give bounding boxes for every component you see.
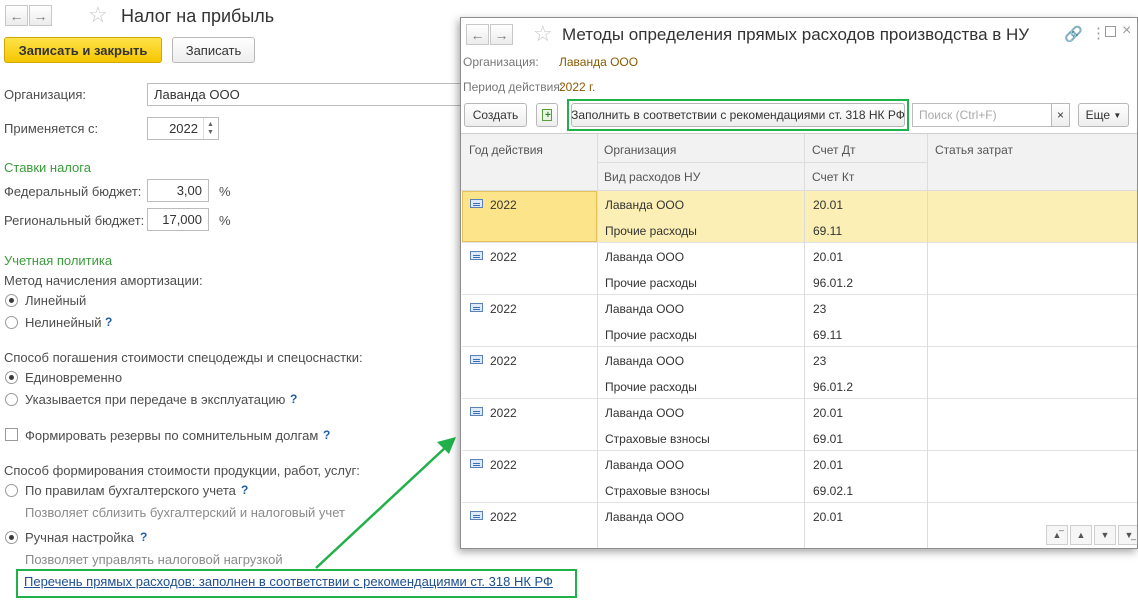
table-row[interactable]: 2022 Лаванда ООО Прочие расходы 23 96.01.2: [462, 347, 1137, 399]
back-button[interactable]: ←: [466, 24, 489, 45]
scroll-up-button[interactable]: ▲: [1070, 525, 1092, 545]
grid-body: 2022 Лаванда ООО Прочие расходы 20.01 69.11 2…: [461, 191, 1137, 548]
cell-organization: Лаванда ООО: [605, 302, 685, 316]
cell-credit: 96.01.2: [813, 380, 854, 394]
col-divider: [927, 134, 928, 548]
chevron-down-icon: ▼: [1100, 530, 1110, 540]
cell-debit: 23: [813, 302, 827, 316]
cell-organization: Лаванда ООО: [605, 250, 685, 264]
scroll-down-button[interactable]: ▼: [1094, 525, 1116, 545]
cell-expense-type: Прочие расходы: [605, 276, 697, 290]
table-row[interactable]: 2022 Лаванда ООО Страховые взносы 20.01 69.0…: [462, 399, 1137, 451]
cell-debit: 20.01: [813, 406, 844, 420]
sub-org-value[interactable]: Лаванда ООО: [559, 55, 638, 69]
col-expense-type-header[interactable]: Вид расходов НУ: [604, 170, 700, 184]
cell-year: 2022: [490, 198, 517, 212]
col-debit-header[interactable]: Счет Дт: [812, 143, 856, 157]
cell-year: 2022: [490, 302, 517, 316]
table-row[interactable]: 2022 Лаванда ООО 20.01: [462, 503, 1137, 548]
cell-year: 2022: [490, 510, 517, 524]
record-icon: [470, 303, 483, 312]
cell-credit: 96.01.2: [813, 276, 854, 290]
period-label: Период действия:: [463, 80, 564, 94]
cell-organization: Лаванда ООО: [605, 354, 685, 368]
cell-credit: 69.11: [813, 224, 843, 238]
maximize-icon[interactable]: [1105, 26, 1116, 37]
col-divider: [597, 134, 598, 548]
cell-expense-type: Прочие расходы: [605, 224, 697, 238]
cell-debit: 20.01: [813, 510, 844, 524]
cell-organization: Лаванда ООО: [605, 198, 685, 212]
scroll-bottom-icon: ▼̲: [1124, 530, 1134, 540]
chevron-up-icon: ▲: [1076, 530, 1086, 540]
fill-by-recommendations-button[interactable]: Заполнить в соответствии с рекомендациям…: [571, 103, 905, 127]
cell-year: 2022: [490, 406, 517, 420]
table-row[interactable]: 2022 Лаванда ООО Прочие расходы 23 69.11: [462, 295, 1137, 347]
more-actions-icon[interactable]: ⋮: [1091, 24, 1106, 42]
copy-button[interactable]: +: [536, 103, 558, 127]
table-row[interactable]: 2022 Лаванда ООО Прочие расходы 20.01 69.11: [462, 191, 1137, 243]
col-credit-header[interactable]: Счет Кт: [812, 170, 854, 184]
cell-expense-type: Страховые взносы: [605, 484, 710, 498]
forward-button[interactable]: →: [490, 24, 513, 45]
data-grid: Год действия Организация Вид расходов НУ…: [461, 133, 1137, 548]
table-row[interactable]: 2022 Лаванда ООО Страховые взносы 20.01 69.0…: [462, 451, 1137, 503]
record-icon: [470, 251, 483, 260]
cell-debit: 23: [813, 354, 827, 368]
header-divider: [597, 162, 928, 163]
cell-debit: 20.01: [813, 458, 844, 472]
period-value: 2022 г.: [559, 80, 596, 94]
record-icon: [470, 199, 483, 208]
cell-credit: 69.01: [813, 432, 844, 446]
cell-expense-type: Прочие расходы: [605, 328, 697, 342]
arrow-right-icon: →: [494, 26, 509, 43]
more-button-label: Еще: [1085, 108, 1111, 122]
record-icon: [470, 459, 483, 468]
scroll-bottom-button[interactable]: ▼̲: [1118, 525, 1137, 545]
cell-year: 2022: [490, 458, 517, 472]
cell-debit: 20.01: [813, 198, 844, 212]
chevron-down-icon: ▼: [1113, 110, 1122, 120]
arrow-left-icon: ←: [470, 26, 485, 43]
record-icon: [470, 407, 483, 416]
cell-expense-type: Прочие расходы: [605, 380, 697, 394]
col-year-header[interactable]: Год действия: [469, 143, 543, 157]
more-button[interactable]: Еще ▼: [1078, 103, 1129, 127]
cell-year: 2022: [490, 250, 517, 264]
cell-organization: Лаванда ООО: [605, 458, 685, 472]
cell-debit: 20.01: [813, 250, 844, 264]
scroll-top-icon: ▲̅: [1052, 530, 1062, 540]
col-divider: [804, 134, 805, 548]
record-icon: [470, 355, 483, 364]
create-button[interactable]: Создать: [464, 103, 527, 127]
sub-org-label: Организация:: [463, 55, 539, 69]
scroll-top-button[interactable]: ▲̅: [1046, 525, 1068, 545]
cell-year: 2022: [490, 354, 517, 368]
col-cost-item-header[interactable]: Статья затрат: [935, 143, 1013, 157]
search-input[interactable]: Поиск (Ctrl+F): [912, 103, 1070, 127]
cell-expense-type: Страховые взносы: [605, 432, 710, 446]
table-row[interactable]: 2022 Лаванда ООО Прочие расходы 20.01 96.01.…: [462, 243, 1137, 295]
add-document-icon: +: [542, 109, 552, 121]
favorite-star-icon[interactable]: ☆: [533, 23, 553, 45]
cell-credit: 69.11: [813, 328, 843, 342]
link-icon[interactable]: 🔗: [1064, 25, 1083, 43]
clear-search-button[interactable]: ×: [1051, 103, 1070, 127]
search-placeholder: Поиск (Ctrl+F): [919, 108, 997, 122]
window-title: Методы определения прямых расходов произ…: [562, 25, 1030, 44]
col-org-header[interactable]: Организация: [604, 143, 676, 157]
cell-credit: 69.02.1: [813, 484, 854, 498]
cell-organization: Лаванда ООО: [605, 406, 685, 420]
close-icon: ×: [1056, 108, 1064, 122]
direct-expenses-window: ← → ☆ Методы определения прямых расходов…: [460, 17, 1138, 549]
close-icon[interactable]: ×: [1122, 22, 1131, 40]
record-icon: [470, 511, 483, 520]
cell-organization: Лаванда ООО: [605, 510, 685, 524]
